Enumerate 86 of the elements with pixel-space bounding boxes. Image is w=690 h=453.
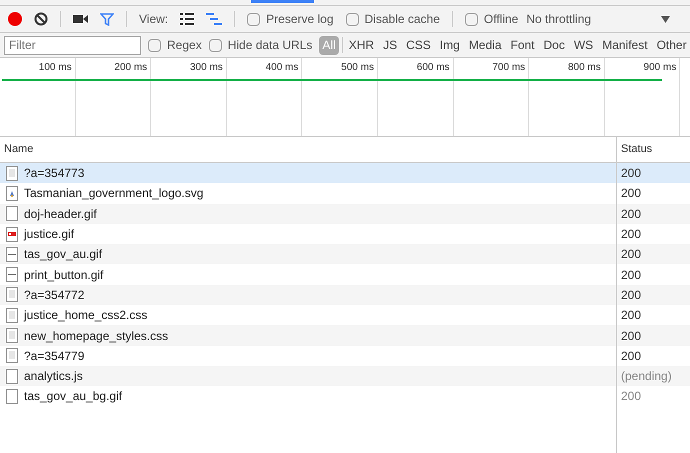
checkbox[interactable]: [208, 38, 222, 52]
image-icon: [6, 246, 18, 262]
request-row[interactable]: new_homepage_styles.css 200: [0, 325, 690, 346]
type-filter-tab[interactable]: Other: [654, 36, 690, 54]
checkbox-label: Regex: [167, 37, 202, 54]
waterfall-view-icon[interactable]: [206, 13, 222, 25]
checkbox-label: Disable cache: [364, 11, 440, 28]
column-header[interactable]: Status: [617, 137, 690, 162]
file-icon: [6, 388, 18, 404]
type-filter-tab[interactable]: Media: [466, 36, 504, 54]
file-name: ?a=354773: [24, 165, 84, 182]
document-icon: [6, 287, 18, 302]
request-row[interactable]: tas_gov_au.gif 200: [0, 244, 690, 264]
file-name: tas_gov_au.gif: [24, 246, 102, 264]
timeline-tick: 300 ms: [188, 61, 224, 75]
document-icon: [6, 348, 18, 364]
throttling-dropdown[interactable]: No throttling: [526, 10, 670, 28]
type-filter-tab[interactable]: JS: [380, 36, 400, 54]
checkbox[interactable]: [148, 38, 161, 52]
file-icon: [6, 206, 18, 222]
file-name: new_homepage_styles.css: [24, 328, 168, 345]
record-button[interactable]: [8, 12, 22, 26]
timeline-tick: 400 ms: [264, 61, 300, 75]
column-header[interactable]: Name: [0, 137, 617, 162]
status-text: 200: [621, 206, 642, 223]
request-row[interactable]: justice_home_css2.css 200: [0, 305, 690, 326]
type-filter-tab[interactable]: Doc: [540, 36, 568, 54]
timeline-tick: 500 ms: [340, 61, 375, 75]
document-icon: [6, 166, 18, 181]
view-label: View:: [139, 11, 168, 28]
request-row[interactable]: ?a=354779 200: [0, 346, 690, 366]
type-filter-tab[interactable]: Img: [436, 36, 463, 54]
timeline-tick: 600 ms: [416, 61, 451, 75]
status-text: 200: [621, 165, 642, 182]
status-text: 200: [621, 226, 642, 244]
file-name: analytics.js: [24, 368, 83, 386]
type-filter-tab[interactable]: CSS: [403, 36, 434, 54]
checkbox[interactable]: [346, 12, 359, 26]
image-icon: [6, 186, 18, 201]
checkbox-label: Hide data URLs: [228, 37, 312, 54]
file-name: Tasmanian_government_logo.svg: [24, 185, 204, 202]
status-text: 200: [621, 246, 642, 264]
checkbox[interactable]: [464, 12, 478, 26]
image-icon: [6, 267, 18, 282]
file-name: print_button.gif: [24, 266, 104, 284]
timeline-tick: 900 ms: [642, 61, 678, 75]
file-name: tas_gov_au_bg.gif: [24, 388, 122, 406]
timeline-tick: 700 ms: [491, 61, 526, 75]
timeline-tick: 100 ms: [38, 61, 73, 75]
file-icon: [6, 368, 18, 384]
checkbox-label: Offline: [484, 11, 518, 28]
file-name: ?a=354772: [24, 286, 84, 304]
type-filter-tab[interactable]: Font: [508, 36, 538, 54]
type-filter-tab[interactable]: XHR: [346, 36, 378, 54]
filter-icon[interactable]: [100, 12, 114, 26]
filter-field[interactable]: Filter: [4, 36, 141, 54]
request-row[interactable]: ?a=354773 200: [0, 163, 690, 184]
status-text: 200: [621, 307, 642, 324]
status-text: 200: [621, 185, 642, 202]
timeline-tick: 800 ms: [566, 61, 602, 75]
document-icon: [6, 308, 18, 323]
image-icon: [6, 226, 18, 242]
status-text: 200: [621, 266, 642, 284]
status-text: 200: [621, 388, 642, 406]
file-name: ?a=354779: [24, 348, 84, 365]
checkbox-label: Preserve log: [266, 11, 334, 28]
status-text: 200: [621, 286, 642, 304]
document-icon: [6, 328, 18, 344]
video-camera-icon[interactable]: [73, 14, 88, 24]
type-filter-tab[interactable]: WS: [570, 36, 596, 54]
tab-indicator: [251, 0, 314, 3]
dropdown-arrow-icon: [661, 16, 670, 22]
clear-icon[interactable]: [34, 12, 48, 26]
file-name: doj-header.gif: [24, 206, 97, 223]
status-text: 200: [621, 348, 642, 365]
file-name: justice.gif: [24, 226, 74, 244]
timeline-tick: 200 ms: [113, 61, 148, 75]
list-view-icon[interactable]: [180, 13, 194, 25]
request-row[interactable]: doj-header.gif 200: [0, 204, 690, 224]
request-row[interactable]: ?a=354772 200: [0, 284, 690, 306]
request-row[interactable]: analytics.js (pending): [0, 366, 690, 386]
type-filter-tab[interactable]: Manifest: [599, 36, 651, 54]
status-text: (pending): [621, 368, 672, 386]
file-name: justice_home_css2.css: [24, 307, 148, 324]
checkbox[interactable]: [247, 12, 260, 26]
status-text: 200: [621, 328, 642, 345]
